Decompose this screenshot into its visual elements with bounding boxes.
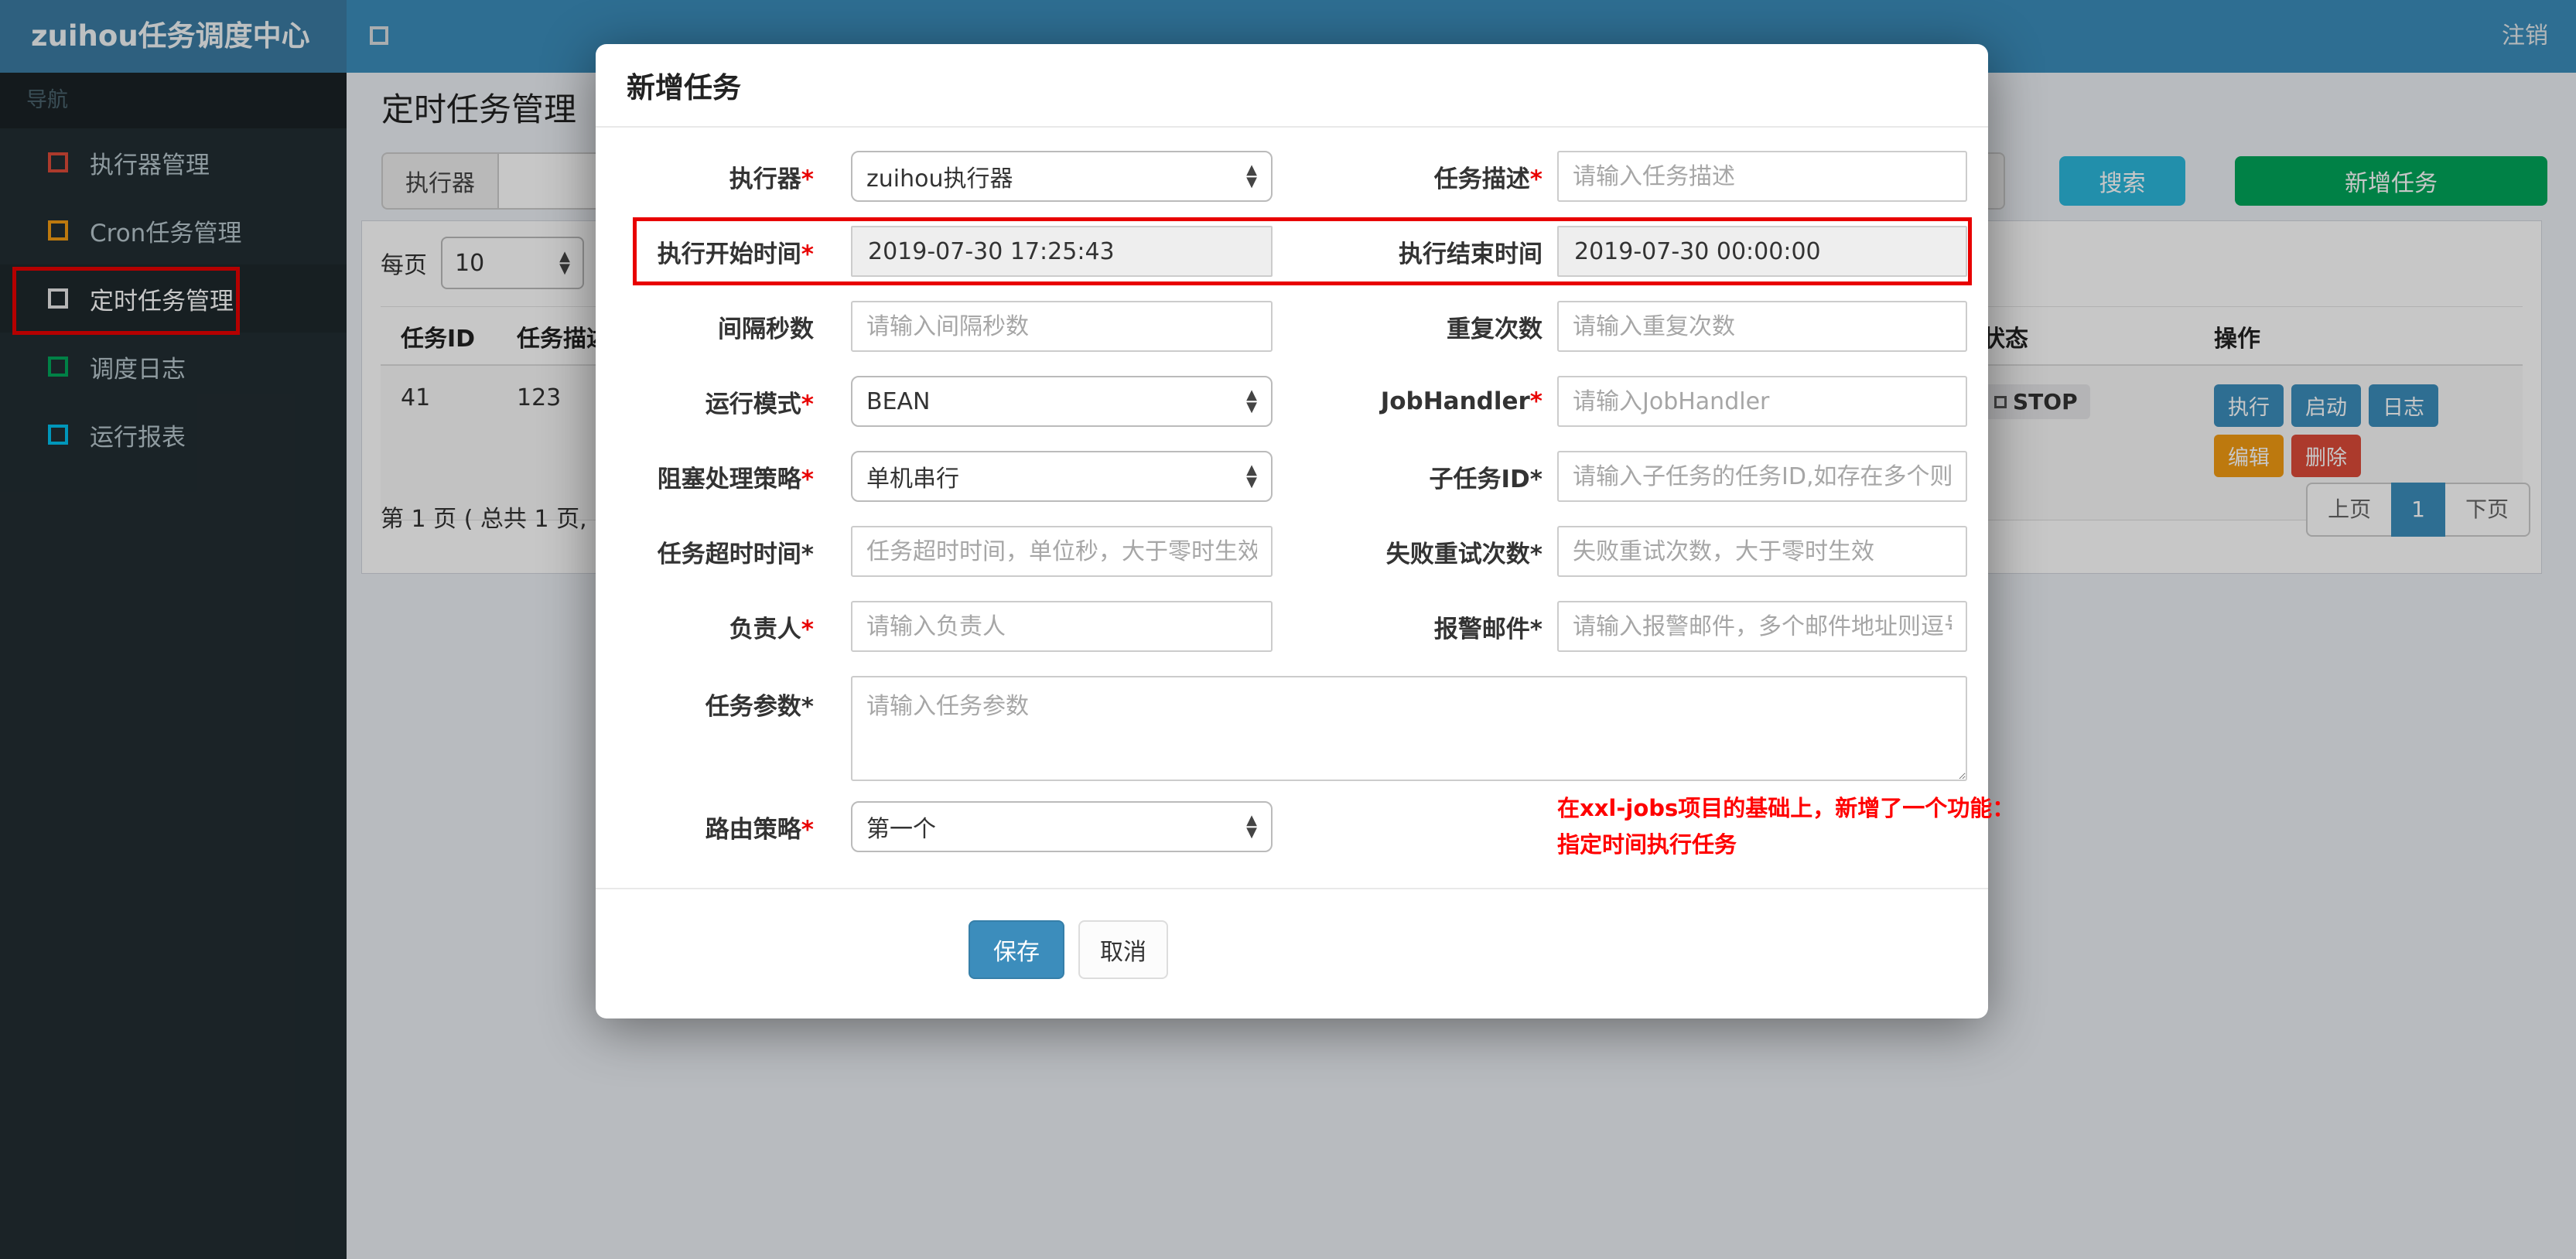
form-row: 任务参数* <box>596 676 1988 781</box>
form-field: BEAN ▲ ▼ <box>851 376 1273 427</box>
select-arrows-icon: ▲ ▼ <box>1246 462 1257 490</box>
required-asterisk: * <box>1529 387 1543 415</box>
form-row: 任务超时时间* 失败重试次数* <box>596 526 1988 577</box>
select-value: 第一个 <box>866 816 936 843</box>
required-asterisk: * <box>801 165 814 193</box>
select-value: BEAN <box>866 387 931 415</box>
cancel-button[interactable]: 取消 <box>1078 920 1168 979</box>
form-field: zuihou执行器 ▲ ▼ <box>851 151 1273 202</box>
required-asterisk: * <box>801 240 814 268</box>
form-row: 阻塞处理策略* 单机串行 ▲ ▼ 子任务ID* <box>596 451 1988 502</box>
end-time-field[interactable]: 2019-07-30 00:00:00 <box>1557 226 1967 277</box>
form-row: 路由策略* 第一个 ▲ ▼ 在xxl-jobs项目的基础上，新增了一个功能： 指定时间执行… <box>596 795 2015 858</box>
app-window: zuihou任务调度中心 注销 导航 执行器管理 Cron任务管理 定时任务管理 调度… <box>0 0 2576 1259</box>
required-asterisk: * <box>1529 165 1543 193</box>
form-field <box>851 601 1273 652</box>
form-field <box>1557 151 1967 202</box>
job-timeout-input[interactable] <box>851 526 1273 577</box>
modal-header: 新增任务 <box>596 44 1988 128</box>
note-line-2: 指定时间执行任务 <box>1557 831 1737 858</box>
owner-input[interactable] <box>851 601 1273 652</box>
job-handler-input[interactable] <box>1557 376 1967 427</box>
form-field <box>851 301 1273 352</box>
form-field <box>851 526 1273 577</box>
form-field <box>1557 601 1967 652</box>
child-job-id-label: 子任务ID* <box>1429 465 1543 493</box>
select-arrows-icon: ▲ ▼ <box>1246 812 1257 841</box>
interval-seconds-input[interactable] <box>851 301 1273 352</box>
required-asterisk: * <box>801 615 814 643</box>
repeat-count-input[interactable] <box>1557 301 1967 352</box>
form-field <box>1557 526 1967 577</box>
modal-footer: 保存 取消 <box>596 888 1988 979</box>
end-time-label: 执行结束时间 <box>1399 240 1543 268</box>
form-field: 2019-07-30 17:25:43 <box>851 226 1273 277</box>
block-strategy-label: 阻塞处理策略* <box>657 465 814 493</box>
form-field <box>1557 376 1967 427</box>
form-row: 间隔秒数 重复次数 <box>596 301 1988 352</box>
alarm-email-input[interactable] <box>1557 601 1967 652</box>
interval-seconds-label: 间隔秒数 <box>718 315 814 343</box>
feature-note: 在xxl-jobs项目的基础上，新增了一个功能： 指定时间执行任务 <box>1557 790 2015 863</box>
form-field <box>1557 301 1967 352</box>
form-row: 执行开始时间* 2019-07-30 17:25:43 执行结束时间 2019-07-… <box>596 217 1988 285</box>
required-asterisk: * <box>801 465 814 493</box>
run-mode-label: 运行模式* <box>705 390 814 418</box>
form-field: 第一个 ▲ ▼ <box>851 801 1273 852</box>
job-desc-input[interactable] <box>1557 151 1967 202</box>
job-params-label: 任务参数* <box>705 693 814 721</box>
form-row: 运行模式* BEAN ▲ ▼ JobHandler* <box>596 376 1988 427</box>
executor-label: 执行器* <box>729 165 814 193</box>
modal-title: 新增任务 <box>627 71 741 104</box>
job-desc-label: 任务描述* <box>1433 165 1543 193</box>
start-time-label: 执行开始时间* <box>657 240 814 268</box>
save-button[interactable]: 保存 <box>969 920 1064 979</box>
form-row: 执行器* zuihou执行器 ▲ ▼ 任务描述* <box>596 151 1988 202</box>
fail-retry-count-label: 失败重试次数* <box>1385 540 1543 568</box>
select-arrows-icon: ▲ ▼ <box>1246 387 1257 415</box>
select-arrows-icon: ▲ ▼ <box>1246 162 1257 190</box>
run-mode-select[interactable]: BEAN ▲ ▼ <box>851 376 1273 427</box>
select-value: zuihou执行器 <box>866 165 1013 193</box>
modal-form: 执行器* zuihou执行器 ▲▼ 任务描述* 执行开始时间* 2019-07-30 17… <box>596 128 2015 858</box>
fail-retry-count-input[interactable] <box>1557 526 1967 577</box>
repeat-count-label: 重复次数 <box>1447 315 1543 343</box>
job-handler-label: JobHandler* <box>1380 387 1543 415</box>
route-strategy-select[interactable]: 第一个 ▲ ▼ <box>851 801 1273 852</box>
form-field <box>1557 451 1967 502</box>
form-row: 负责人* 报警邮件* <box>596 601 1988 652</box>
required-asterisk: * <box>801 815 814 844</box>
executor-select[interactable]: zuihou执行器 ▲ ▼ <box>851 151 1273 202</box>
required-asterisk: * <box>801 390 814 418</box>
child-job-id-input[interactable] <box>1557 451 1967 502</box>
start-time-field[interactable]: 2019-07-30 17:25:43 <box>851 226 1273 277</box>
form-field: 单机串行 ▲ ▼ <box>851 451 1273 502</box>
route-strategy-label: 路由策略* <box>705 815 814 844</box>
job-timeout-label: 任务超时时间* <box>657 540 814 568</box>
block-strategy-select[interactable]: 单机串行 ▲ ▼ <box>851 451 1273 502</box>
add-job-modal: 新增任务 执行器* zuihou执行器 ▲▼ 任务描述* 执行开始时间* 2019-07-… <box>596 44 2015 1018</box>
select-value: 单机串行 <box>866 466 959 493</box>
job-params-textarea[interactable] <box>851 676 1967 781</box>
owner-label: 负责人* <box>729 615 814 643</box>
note-line-1: 在xxl-jobs项目的基础上，新增了一个功能： <box>1557 795 2015 821</box>
alarm-email-label: 报警邮件* <box>1433 615 1543 643</box>
form-field: 2019-07-30 00:00:00 <box>1557 226 1967 277</box>
